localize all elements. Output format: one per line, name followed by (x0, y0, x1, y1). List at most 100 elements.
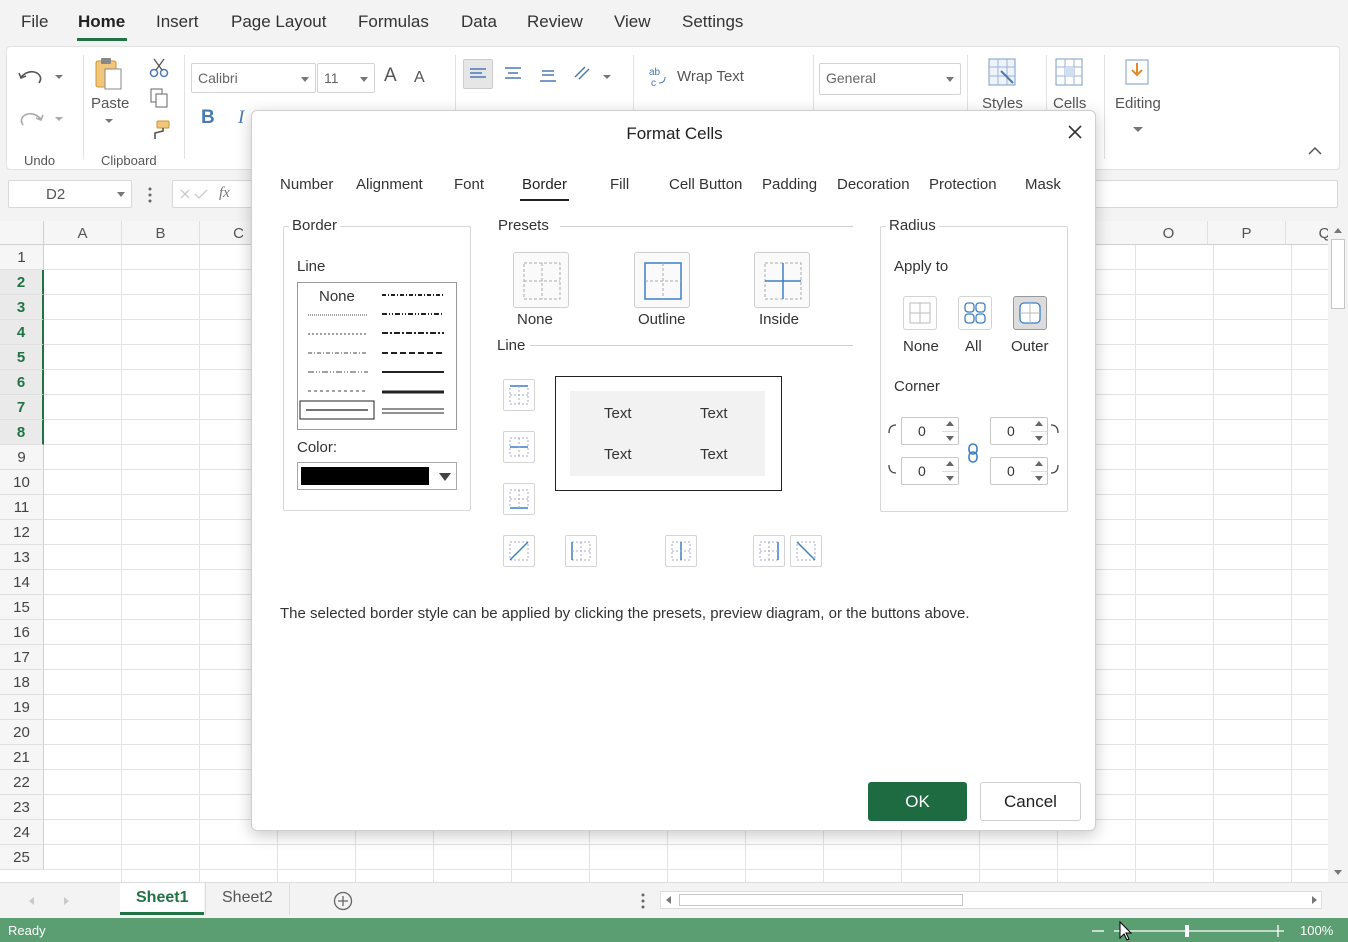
editing-dropdown-icon[interactable] (1131, 125, 1145, 135)
close-button[interactable] (1064, 121, 1086, 143)
horizontal-scroll-thumb[interactable] (679, 894, 963, 906)
border-right-button[interactable] (753, 535, 785, 567)
tab-font[interactable]: Font (454, 176, 484, 193)
spin-up-icon[interactable] (946, 421, 954, 426)
menu-data[interactable]: Data (461, 12, 497, 32)
font-size-select[interactable]: 11 (317, 63, 375, 93)
row-header[interactable]: 4 (0, 320, 44, 345)
row-header[interactable]: 19 (0, 695, 44, 720)
border-left-button[interactable] (565, 535, 597, 567)
corner-top-right-input[interactable]: 0 (990, 417, 1048, 445)
font-name-select[interactable]: Calibri (191, 63, 316, 93)
row-header[interactable]: 11 (0, 495, 44, 520)
copy-icon[interactable] (149, 87, 169, 109)
align-center-icon[interactable] (499, 59, 527, 87)
ok-button[interactable]: OK (868, 782, 967, 821)
collapse-ribbon-icon[interactable] (1307, 145, 1323, 157)
horizontal-scrollbar[interactable] (660, 891, 1322, 909)
tab-protection[interactable]: Protection (929, 176, 997, 193)
column-header[interactable]: P (1208, 221, 1286, 245)
menu-review[interactable]: Review (527, 12, 583, 32)
tab-alignment[interactable]: Alignment (356, 176, 423, 193)
spin-up-icon[interactable] (946, 461, 954, 466)
scroll-left-icon[interactable] (664, 895, 674, 905)
redo-icon[interactable] (15, 107, 67, 129)
corner-bottom-left-input[interactable]: 0 (901, 457, 959, 485)
menu-page-layout[interactable]: Page Layout (231, 12, 326, 32)
number-format-select[interactable]: General (819, 63, 961, 95)
row-header[interactable]: 1 (0, 245, 44, 270)
scroll-right-icon[interactable] (1309, 895, 1319, 905)
radius-apply-all-button[interactable] (958, 296, 992, 330)
grow-font-icon[interactable]: A (384, 65, 397, 87)
spin-down-icon[interactable] (1035, 436, 1043, 441)
column-header[interactable]: A (44, 221, 122, 245)
menu-formulas[interactable]: Formulas (358, 12, 429, 32)
row-header[interactable]: 2 (0, 270, 44, 295)
vertical-scroll-thumb[interactable] (1331, 239, 1345, 309)
select-all-corner[interactable] (0, 221, 44, 245)
styles-icon[interactable] (987, 57, 1017, 87)
border-diagonal-down-button[interactable] (790, 535, 822, 567)
row-header[interactable]: 14 (0, 570, 44, 595)
italic-button[interactable]: I (238, 107, 244, 129)
row-header[interactable]: 6 (0, 370, 44, 395)
format-painter-icon[interactable] (149, 119, 171, 141)
spin-up-icon[interactable] (1035, 421, 1043, 426)
wrap-text-icon[interactable]: abc (647, 65, 669, 89)
row-header[interactable]: 18 (0, 670, 44, 695)
vertical-scrollbar[interactable] (1328, 221, 1348, 882)
undo-icon[interactable] (15, 65, 67, 87)
row-header[interactable]: 23 (0, 795, 44, 820)
tab-decoration[interactable]: Decoration (837, 176, 910, 193)
border-preview[interactable]: Text Text Text Text (555, 376, 782, 491)
sheet-tab-sheet2[interactable]: Sheet2 (205, 883, 290, 915)
menu-insert[interactable]: Insert (156, 12, 199, 32)
tab-cell-button[interactable]: Cell Button (669, 176, 742, 193)
border-bottom-button[interactable] (503, 483, 535, 515)
row-header[interactable]: 10 (0, 470, 44, 495)
cut-icon[interactable] (149, 57, 169, 79)
paste-icon[interactable] (93, 57, 123, 91)
scroll-up-icon[interactable] (1332, 225, 1344, 235)
tab-number[interactable]: Number (280, 176, 333, 193)
border-color-picker[interactable] (297, 462, 457, 490)
spin-down-icon[interactable] (946, 436, 954, 441)
line-style-options[interactable] (298, 283, 458, 431)
align-bottom-icon[interactable] (534, 59, 562, 87)
row-header[interactable]: 8 (0, 420, 44, 445)
tab-padding[interactable]: Padding (762, 176, 817, 193)
cells-icon[interactable] (1054, 57, 1084, 87)
editing-icon[interactable] (1123, 57, 1151, 87)
row-header[interactable]: 3 (0, 295, 44, 320)
row-header[interactable]: 16 (0, 620, 44, 645)
row-header[interactable]: 15 (0, 595, 44, 620)
fx-icon[interactable]: fx (219, 185, 230, 202)
paste-dropdown-icon[interactable] (103, 117, 115, 125)
row-header[interactable]: 24 (0, 820, 44, 845)
editing-button[interactable]: Editing (1115, 95, 1161, 112)
wrap-text-button[interactable]: Wrap Text (677, 68, 744, 85)
bold-button[interactable]: B (201, 107, 215, 129)
radius-apply-outer-button[interactable] (1013, 296, 1047, 330)
sheet-tab-sheet1[interactable]: Sheet1 (120, 883, 205, 915)
row-header[interactable]: 17 (0, 645, 44, 670)
row-header[interactable]: 5 (0, 345, 44, 370)
menu-settings[interactable]: Settings (682, 12, 743, 32)
spin-down-icon[interactable] (946, 476, 954, 481)
row-header[interactable]: 12 (0, 520, 44, 545)
more-vertical-icon[interactable] (639, 892, 647, 910)
name-box[interactable]: D2 (8, 180, 132, 208)
radius-apply-none-button[interactable] (903, 296, 937, 330)
menu-view[interactable]: View (614, 12, 651, 32)
more-vertical-icon[interactable] (146, 186, 154, 204)
row-header[interactable]: 7 (0, 395, 44, 420)
tab-fill[interactable]: Fill (610, 176, 629, 193)
preset-inside-button[interactable] (754, 252, 810, 308)
paste-label[interactable]: Paste (91, 95, 129, 112)
line-style-list[interactable]: None (297, 282, 457, 430)
menu-file[interactable]: File (21, 12, 48, 32)
border-preview-cells[interactable]: Text Text Text Text (570, 391, 765, 476)
row-header[interactable]: 13 (0, 545, 44, 570)
align-left-button[interactable] (463, 59, 493, 89)
